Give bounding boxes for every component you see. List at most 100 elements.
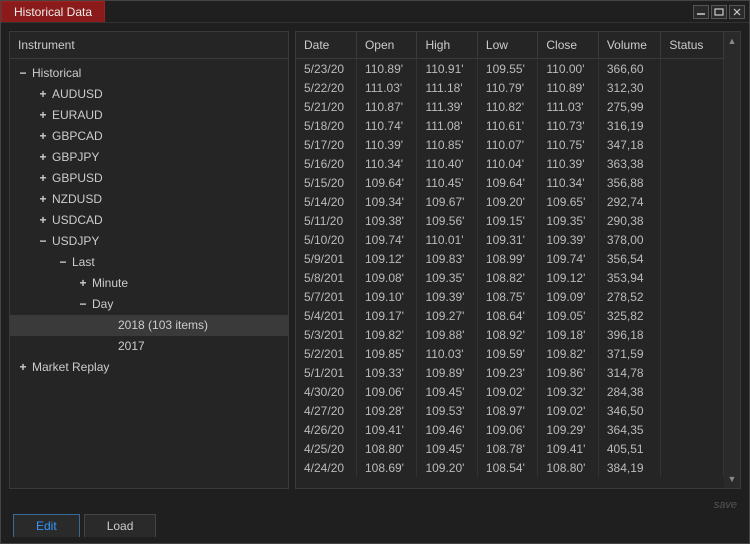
vertical-scrollbar[interactable]: ▲ ▼	[724, 32, 740, 488]
tree-node-gbpusd[interactable]: +GBPUSD	[10, 168, 288, 189]
tree-label: AUDUSD	[52, 86, 103, 103]
column-header-close[interactable]: Close	[538, 32, 598, 59]
table-cell: 110.85'	[417, 135, 477, 154]
table-cell: 109.86'	[538, 363, 598, 382]
table-cell: 5/23/20	[296, 59, 356, 79]
table-row[interactable]: 5/18/20110.74'111.08'110.61'110.73'316,1…	[296, 116, 724, 135]
table-row[interactable]: 5/16/20110.34'110.40'110.04'110.39'363,3…	[296, 154, 724, 173]
column-header-high[interactable]: High	[417, 32, 477, 59]
table-cell: 108.92'	[477, 325, 537, 344]
table-cell: 109.10'	[356, 287, 416, 306]
maximize-button[interactable]	[711, 5, 727, 19]
table-cell: 5/8/201	[296, 268, 356, 287]
table-cell: 109.35'	[417, 268, 477, 287]
table-row[interactable]: 5/21/20110.87'111.39'110.82'111.03'275,9…	[296, 97, 724, 116]
instrument-tree-panel: Instrument −Historical +AUDUSD+EURAUD+GB…	[9, 31, 289, 489]
tree-node-gbpjpy[interactable]: +GBPJPY	[10, 147, 288, 168]
tab-edit[interactable]: Edit	[13, 514, 80, 537]
column-header-low[interactable]: Low	[477, 32, 537, 59]
table-cell: 110.34'	[356, 154, 416, 173]
table-row[interactable]: 5/10/20109.74'110.01'109.31'109.39'378,0…	[296, 230, 724, 249]
expand-icon: +	[38, 170, 48, 187]
table-cell: 109.08'	[356, 268, 416, 287]
table-row[interactable]: 5/14/20109.34'109.67'109.20'109.65'292,7…	[296, 192, 724, 211]
tree-node-usdjpy[interactable]: −USDJPY	[10, 231, 288, 252]
tree-label: NZDUSD	[52, 191, 102, 208]
table-cell: 110.74'	[356, 116, 416, 135]
column-header-volume[interactable]: Volume	[598, 32, 661, 59]
table-row[interactable]: 5/1/201109.33'109.89'109.23'109.86'314,7…	[296, 363, 724, 382]
table-row[interactable]: 4/30/20109.06'109.45'109.02'109.32'284,3…	[296, 382, 724, 401]
footer-hint: save	[1, 497, 749, 513]
table-cell: 110.04'	[477, 154, 537, 173]
content-area: Instrument −Historical +AUDUSD+EURAUD+GB…	[1, 23, 749, 497]
table-cell	[661, 306, 724, 325]
table-row[interactable]: 5/2/201109.85'110.03'109.59'109.82'371,5…	[296, 344, 724, 363]
table-cell	[661, 287, 724, 306]
table-row[interactable]: 5/23/20110.89'110.91'109.55'110.00'366,6…	[296, 59, 724, 79]
table-cell	[661, 344, 724, 363]
table-cell: 110.40'	[417, 154, 477, 173]
tree-node-day[interactable]: −Day	[10, 294, 288, 315]
table-cell	[661, 230, 724, 249]
table-row[interactable]: 5/7/201109.10'109.39'108.75'109.09'278,5…	[296, 287, 724, 306]
tree-node-market-replay[interactable]: +Market Replay	[10, 357, 288, 378]
table-row[interactable]: 5/22/20111.03'111.18'110.79'110.89'312,3…	[296, 78, 724, 97]
table-row[interactable]: 5/15/20109.64'110.45'109.64'110.34'356,8…	[296, 173, 724, 192]
table-row[interactable]: 5/3/201109.82'109.88'108.92'109.18'396,1…	[296, 325, 724, 344]
tree-node-audusd[interactable]: +AUDUSD	[10, 84, 288, 105]
table-cell: 109.33'	[356, 363, 416, 382]
table-row[interactable]: 4/27/20109.28'109.53'108.97'109.02'346,5…	[296, 401, 724, 420]
scroll-up-icon[interactable]: ▲	[728, 36, 737, 46]
table-cell: 109.59'	[477, 344, 537, 363]
table-cell: 396,18	[598, 325, 661, 344]
table-cell: 109.12'	[538, 268, 598, 287]
tree-node-last[interactable]: −Last	[10, 252, 288, 273]
table-cell: 5/15/20	[296, 173, 356, 192]
expand-icon: +	[38, 128, 48, 145]
table-row[interactable]: 5/8/201109.08'109.35'108.82'109.12'353,9…	[296, 268, 724, 287]
table-row[interactable]: 4/26/20109.41'109.46'109.06'109.29'364,3…	[296, 420, 724, 439]
table-cell: 384,19	[598, 458, 661, 477]
close-button[interactable]	[729, 5, 745, 19]
minimize-button[interactable]	[693, 5, 709, 19]
table-cell	[661, 420, 724, 439]
table-cell: 109.55'	[477, 59, 537, 79]
table-cell	[661, 78, 724, 97]
tree-node-usdcad[interactable]: +USDCAD	[10, 210, 288, 231]
collapse-icon: −	[58, 254, 68, 271]
tree-node-minute[interactable]: +Minute	[10, 273, 288, 294]
table-row[interactable]: 5/11/20109.38'109.56'109.15'109.35'290,3…	[296, 211, 724, 230]
footer: save Edit Load	[1, 497, 749, 543]
table-cell: 109.74'	[356, 230, 416, 249]
table-cell: 364,35	[598, 420, 661, 439]
tree-node-nzdusd[interactable]: +NZDUSD	[10, 189, 288, 210]
tab-load[interactable]: Load	[84, 514, 157, 537]
table-cell: 4/30/20	[296, 382, 356, 401]
column-header-date[interactable]: Date	[296, 32, 356, 59]
expand-icon: +	[38, 191, 48, 208]
table-row[interactable]: 4/25/20108.80'109.45'108.78'109.41'405,5…	[296, 439, 724, 458]
tree-node-historical[interactable]: −Historical	[10, 63, 288, 84]
table-row[interactable]: 5/9/201109.12'109.83'108.99'109.74'356,5…	[296, 249, 724, 268]
table-cell: 5/2/201	[296, 344, 356, 363]
column-header-status[interactable]: Status	[661, 32, 724, 59]
tree-label: GBPJPY	[52, 149, 99, 166]
scroll-down-icon[interactable]: ▼	[728, 474, 737, 484]
table-cell: 108.99'	[477, 249, 537, 268]
table-cell: 109.74'	[538, 249, 598, 268]
table-row[interactable]: 5/17/20110.39'110.85'110.07'110.75'347,1…	[296, 135, 724, 154]
tree-leaf-2018[interactable]: 2018 (103 items)	[10, 315, 288, 336]
table-cell: 109.28'	[356, 401, 416, 420]
tree-node-euraud[interactable]: +EURAUD	[10, 105, 288, 126]
column-header-open[interactable]: Open	[356, 32, 416, 59]
table-cell: 109.88'	[417, 325, 477, 344]
tree-leaf-2017[interactable]: 2017	[10, 336, 288, 357]
instrument-tree[interactable]: −Historical +AUDUSD+EURAUD+GBPCAD+GBPJPY…	[10, 59, 288, 488]
table-cell: 405,51	[598, 439, 661, 458]
table-row[interactable]: 5/4/201109.17'109.27'108.64'109.05'325,8…	[296, 306, 724, 325]
table-row[interactable]: 4/24/20108.69'109.20'108.54'108.80'384,1…	[296, 458, 724, 477]
table-cell	[661, 154, 724, 173]
tree-node-gbpcad[interactable]: +GBPCAD	[10, 126, 288, 147]
expand-icon: +	[38, 149, 48, 166]
